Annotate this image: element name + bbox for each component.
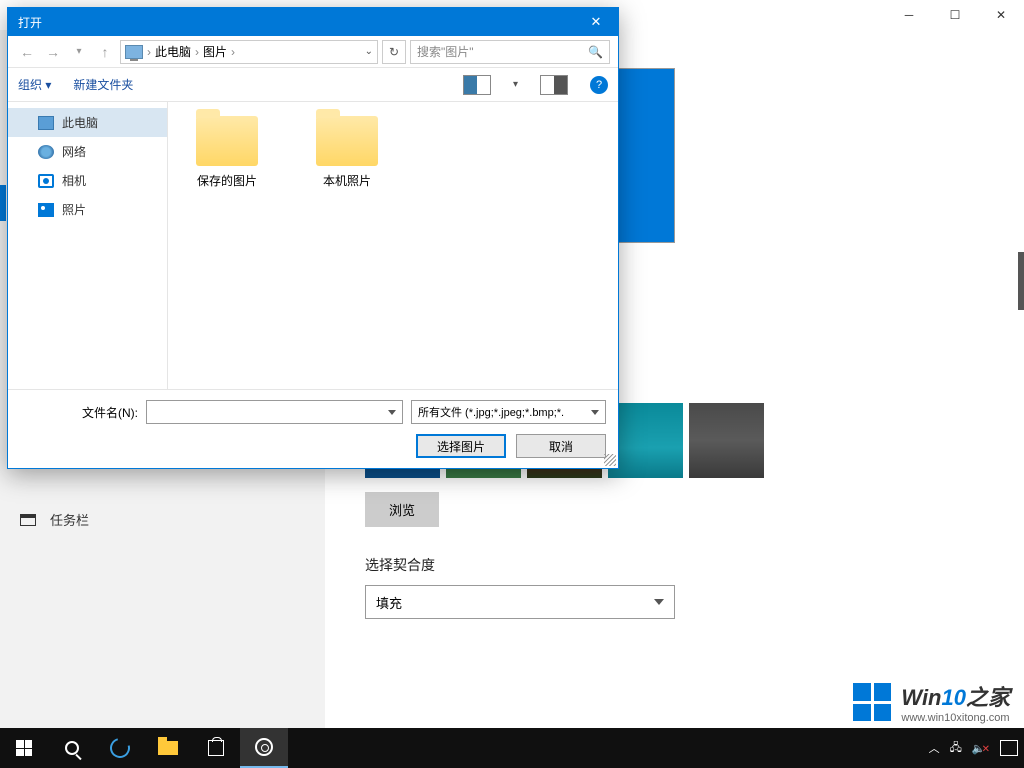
tree-label: 此电脑 — [62, 114, 98, 131]
tree-label: 网络 — [62, 143, 86, 160]
crumb-sep-icon: › — [195, 45, 199, 59]
nav-item-label: 任务栏 — [50, 510, 89, 529]
gear-icon — [255, 738, 273, 756]
network-icon[interactable]: 🖧 — [950, 739, 962, 758]
address-bar-row: ← → ▾ ↑ › 此电脑 › 图片 › ⌄ ↻ 搜索"图片" 🔍 — [8, 36, 618, 68]
file-list[interactable]: 保存的图片 本机照片 — [168, 102, 618, 389]
explorer-button[interactable] — [144, 728, 192, 768]
system-tray: ︿ 🖧 🔈✕ — [929, 739, 1024, 758]
fit-value: 填充 — [376, 593, 402, 612]
side-tab — [1018, 252, 1024, 310]
cancel-button[interactable]: 取消 — [516, 434, 606, 458]
address-dropdown-icon[interactable]: ⌄ — [365, 46, 373, 57]
tree-camera[interactable]: 相机 — [8, 166, 167, 195]
crumb-sep-icon: › — [231, 45, 235, 59]
help-button[interactable]: ? — [590, 76, 608, 94]
pc-icon — [125, 45, 143, 59]
dialog-titlebar: 打开 ✕ — [8, 8, 618, 36]
close-button[interactable]: ✕ — [978, 0, 1024, 30]
tree-network[interactable]: 网络 — [8, 137, 167, 166]
crumb-sep-icon: › — [147, 45, 151, 59]
store-icon — [208, 740, 224, 756]
maximize-button[interactable]: ☐ — [932, 0, 978, 30]
folder-icon — [316, 116, 378, 166]
nav-item-taskbar[interactable]: 任务栏 — [0, 500, 325, 539]
search-input[interactable]: 搜索"图片" 🔍 — [410, 40, 610, 64]
search-icon: 🔍 — [588, 45, 603, 59]
thumb-4[interactable] — [689, 403, 764, 478]
settings-button[interactable] — [240, 728, 288, 768]
store-button[interactable] — [192, 728, 240, 768]
fit-select[interactable]: 填充 — [365, 585, 675, 619]
tree-photos[interactable]: 照片 — [8, 195, 167, 224]
search-icon — [65, 741, 79, 755]
search-button[interactable] — [48, 728, 96, 768]
watermark: Win10之家 www.win10xitong.com — [853, 680, 1010, 724]
start-button[interactable] — [0, 728, 48, 768]
recent-dropdown[interactable]: ▾ — [68, 41, 90, 63]
notifications-icon[interactable] — [1000, 740, 1018, 756]
filter-text: 所有文件 (*.jpg;*.jpeg;*.bmp;*. — [418, 404, 564, 420]
preview-pane-toggle[interactable] — [540, 75, 568, 95]
dialog-footer: 文件名(N): 所有文件 (*.jpg;*.jpeg;*.bmp;*. 选择图片… — [8, 389, 618, 468]
taskbar-icon — [20, 514, 36, 526]
volume-icon[interactable]: 🔈✕ — [972, 742, 990, 755]
view-toggle[interactable] — [463, 75, 491, 95]
filetype-select[interactable]: 所有文件 (*.jpg;*.jpeg;*.bmp;*. — [411, 400, 606, 424]
tree-this-pc[interactable]: 此电脑 — [8, 108, 167, 137]
edge-button[interactable] — [96, 728, 144, 768]
tree-label: 相机 — [62, 172, 86, 189]
folder-label: 保存的图片 — [197, 172, 257, 189]
folder-item[interactable]: 本机照片 — [302, 116, 392, 189]
crumb-pictures[interactable]: 图片 — [203, 43, 227, 60]
up-button[interactable]: ↑ — [94, 41, 116, 63]
open-dialog: 打开 ✕ ← → ▾ ↑ › 此电脑 › 图片 › ⌄ ↻ 搜索"图片" 🔍 组… — [7, 7, 619, 469]
dialog-close-button[interactable]: ✕ — [574, 8, 618, 36]
toolbar-organize[interactable]: 组织 ▾ — [18, 76, 51, 93]
open-button[interactable]: 选择图片 — [416, 434, 506, 458]
folder-label: 本机照片 — [323, 172, 371, 189]
folder-icon — [196, 116, 258, 166]
dialog-toolbar: 组织 ▾ 新建文件夹 ▾ ? — [8, 68, 618, 102]
forward-button[interactable]: → — [42, 41, 64, 63]
fit-label: 选择契合度 — [365, 555, 984, 575]
filename-input[interactable] — [146, 400, 403, 424]
search-placeholder: 搜索"图片" — [417, 43, 474, 60]
pc-icon — [38, 116, 54, 130]
windows-logo-icon — [853, 683, 891, 721]
nav-accent — [0, 185, 6, 221]
browse-button[interactable]: 浏览 — [365, 492, 439, 527]
back-button[interactable]: ← — [16, 41, 38, 63]
dialog-title: 打开 — [18, 14, 42, 31]
refresh-button[interactable]: ↻ — [382, 40, 406, 64]
tray-chevron-icon[interactable]: ︿ — [929, 740, 940, 756]
watermark-url: www.win10xitong.com — [901, 712, 1010, 724]
network-icon — [38, 145, 54, 159]
edge-icon — [106, 734, 133, 761]
minimize-button[interactable]: ─ — [886, 0, 932, 30]
folder-icon — [158, 741, 178, 755]
filename-label: 文件名(N): — [20, 404, 138, 421]
camera-icon — [38, 174, 54, 188]
tree-label: 照片 — [62, 201, 86, 218]
folder-item[interactable]: 保存的图片 — [182, 116, 272, 189]
taskbar: ︿ 🖧 🔈✕ — [0, 728, 1024, 768]
toolbar-newfolder[interactable]: 新建文件夹 — [73, 76, 133, 93]
view-dropdown-icon[interactable]: ▾ — [513, 79, 518, 90]
nav-tree: 此电脑 网络 相机 照片 — [8, 102, 168, 389]
crumb-pc[interactable]: 此电脑 — [155, 43, 191, 60]
resize-grip[interactable] — [604, 454, 616, 466]
thumb-3[interactable] — [608, 403, 683, 478]
address-bar[interactable]: › 此电脑 › 图片 › ⌄ — [120, 40, 378, 64]
photos-icon — [38, 203, 54, 217]
